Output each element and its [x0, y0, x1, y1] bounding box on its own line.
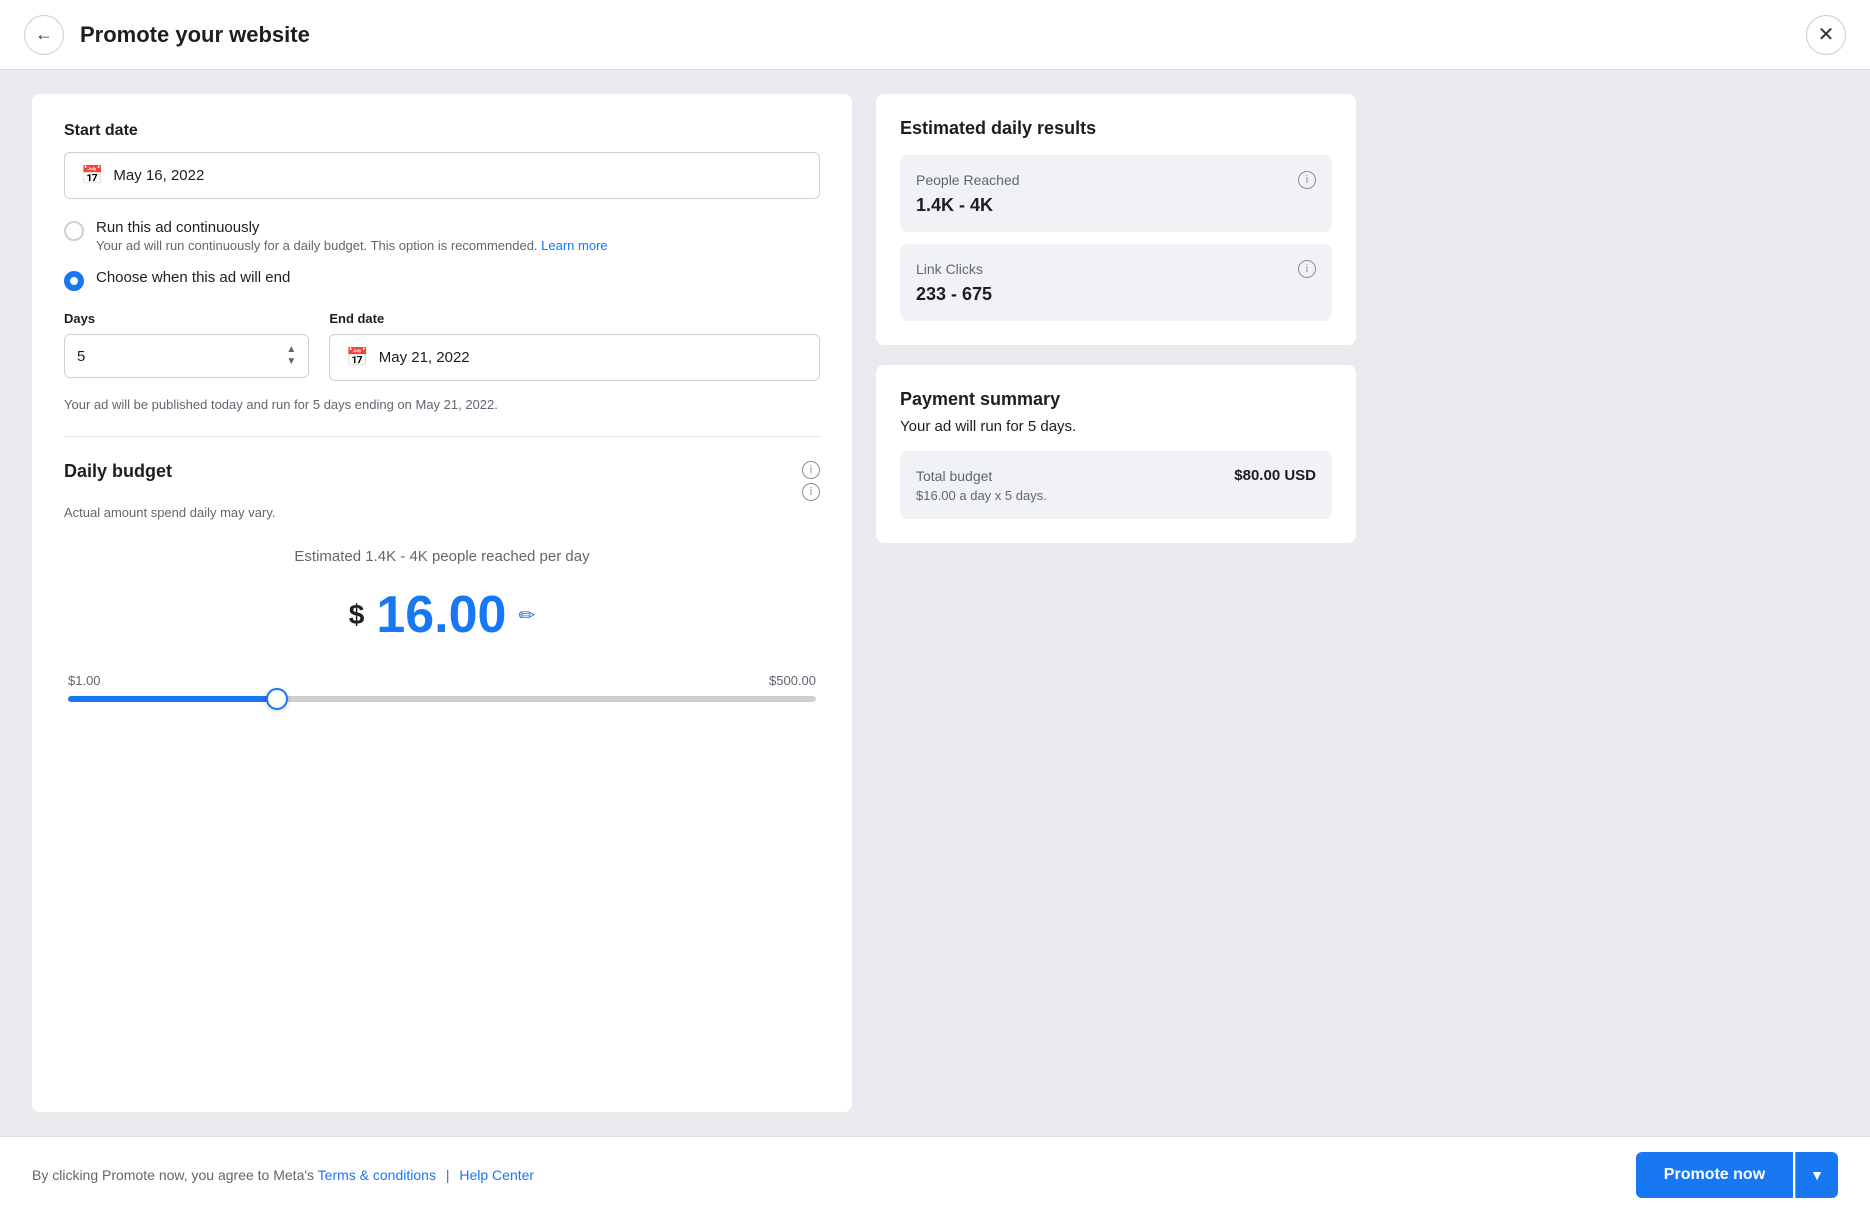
people-reached-label: People Reached [916, 172, 1020, 188]
spinner-buttons: ▲ ▼ [286, 345, 296, 367]
radio-sublabel-continuous: Your ad will run continuously for a dail… [96, 238, 608, 253]
start-date-value: May 16, 2022 [113, 167, 204, 184]
people-reached-item: People Reached i 1.4K - 4K [900, 155, 1332, 232]
start-date-input[interactable]: 📅 May 16, 2022 [64, 152, 820, 199]
days-label: Days [64, 311, 309, 326]
budget-info-icon-1[interactable]: i [802, 461, 820, 479]
radio-continuous[interactable]: Run this ad continuously Your ad will ru… [64, 219, 820, 253]
terms-link[interactable]: Terms & conditions [318, 1167, 436, 1183]
footer: By clicking Promote now, you agree to Me… [0, 1136, 1870, 1212]
back-button[interactable]: ← [24, 15, 64, 55]
dollar-sign: $ [349, 599, 365, 631]
header: ← Promote your website ✕ [0, 0, 1870, 70]
radio-group: Run this ad continuously Your ad will ru… [64, 219, 820, 291]
total-label: Total budget [916, 468, 992, 484]
payment-summary-card: Payment summary Your ad will run for 5 d… [876, 365, 1356, 543]
radio-choose-end[interactable]: Choose when this ad will end [64, 269, 820, 291]
right-panel: Estimated daily results People Reached i… [876, 94, 1356, 1112]
end-date-label: End date [329, 311, 820, 326]
days-end-row: Days 5 ▲ ▼ End date 📅 May 21, 2022 [64, 311, 820, 381]
learn-more-link[interactable]: Learn more [541, 238, 607, 253]
page-title: Promote your website [80, 22, 310, 48]
days-group: Days 5 ▲ ▼ [64, 311, 309, 381]
radio-text-choose-end: Choose when this ad will end [96, 269, 290, 286]
promote-dropdown-button[interactable]: ▼ [1795, 1152, 1838, 1198]
slider-max-label: $500.00 [769, 673, 816, 688]
budget-title: Daily budget [64, 461, 172, 482]
total-amount: $80.00 USD [1234, 467, 1316, 484]
estimated-results-title: Estimated daily results [900, 118, 1332, 139]
left-panel: Start date 📅 May 16, 2022 Run this ad co… [32, 94, 852, 1112]
budget-slider[interactable] [68, 696, 816, 702]
footer-actions: Promote now ▼ [1636, 1152, 1838, 1198]
footer-static-text: By clicking Promote now, you agree to Me… [32, 1167, 314, 1183]
publish-note: Your ad will be published today and run … [64, 397, 820, 412]
info-icons: i i [802, 461, 820, 501]
end-calendar-icon: 📅 [346, 347, 368, 368]
link-clicks-info-icon[interactable]: i [1298, 260, 1316, 278]
header-left: ← Promote your website [24, 15, 310, 55]
help-center-link[interactable]: Help Center [459, 1167, 534, 1183]
start-date-label: Start date [64, 122, 820, 140]
budget-sublabel: Actual amount spend daily may vary. [64, 505, 820, 520]
link-clicks-item: Link Clicks i 233 - 675 [900, 244, 1332, 321]
days-value: 5 [77, 348, 85, 365]
total-budget-row: Total budget $80.00 USD [916, 467, 1316, 484]
spinner-up[interactable]: ▲ [286, 345, 296, 355]
slider-container: $1.00 $500.00 [64, 673, 820, 702]
payment-subtitle: Your ad will run for 5 days. [900, 418, 1332, 435]
payment-title: Payment summary [900, 389, 1332, 410]
total-note: $16.00 a day x 5 days. [916, 488, 1316, 503]
slider-thumb[interactable] [266, 688, 288, 710]
end-date-group: End date 📅 May 21, 2022 [329, 311, 820, 381]
slider-fill [68, 696, 277, 702]
spinner-down[interactable]: ▼ [286, 357, 296, 367]
end-date-value: May 21, 2022 [379, 349, 470, 366]
end-date-input[interactable]: 📅 May 21, 2022 [329, 334, 820, 381]
total-budget-card: Total budget $80.00 USD $16.00 a day x 5… [900, 451, 1332, 519]
budget-amount: 16.00 [376, 585, 506, 645]
people-reached-row: People Reached i [916, 171, 1316, 189]
radio-text-continuous: Run this ad continuously Your ad will ru… [96, 219, 608, 253]
radio-circle-choose-end [64, 271, 84, 291]
link-clicks-row: Link Clicks i [916, 260, 1316, 278]
close-icon: ✕ [1818, 22, 1835, 47]
budget-amount-row: $ 16.00 ✏ [64, 585, 820, 645]
footer-pipe: | [446, 1167, 450, 1183]
budget-info-icon-2[interactable]: i [802, 483, 820, 501]
estimated-reach: Estimated 1.4K - 4K people reached per d… [64, 548, 820, 565]
people-reached-info-icon[interactable]: i [1298, 171, 1316, 189]
people-reached-value: 1.4K - 4K [916, 195, 1316, 216]
divider [64, 436, 820, 437]
radio-label-continuous: Run this ad continuously [96, 219, 608, 236]
content-area: Start date 📅 May 16, 2022 Run this ad co… [0, 70, 1870, 1136]
calendar-icon: 📅 [81, 165, 103, 186]
dropdown-chevron-icon: ▼ [1810, 1167, 1824, 1183]
slider-min-label: $1.00 [68, 673, 101, 688]
link-clicks-label: Link Clicks [916, 261, 983, 277]
promote-now-button[interactable]: Promote now [1636, 1152, 1793, 1198]
estimated-results-card: Estimated daily results People Reached i… [876, 94, 1356, 345]
budget-header: Daily budget i i [64, 461, 820, 501]
link-clicks-value: 233 - 675 [916, 284, 1316, 305]
back-icon: ← [35, 24, 53, 45]
days-input[interactable]: 5 ▲ ▼ [64, 334, 309, 378]
edit-budget-icon[interactable]: ✏ [518, 603, 535, 628]
close-button[interactable]: ✕ [1806, 15, 1846, 55]
radio-circle-continuous [64, 221, 84, 241]
footer-text: By clicking Promote now, you agree to Me… [32, 1167, 534, 1183]
slider-labels: $1.00 $500.00 [68, 673, 816, 688]
radio-label-choose-end: Choose when this ad will end [96, 269, 290, 286]
